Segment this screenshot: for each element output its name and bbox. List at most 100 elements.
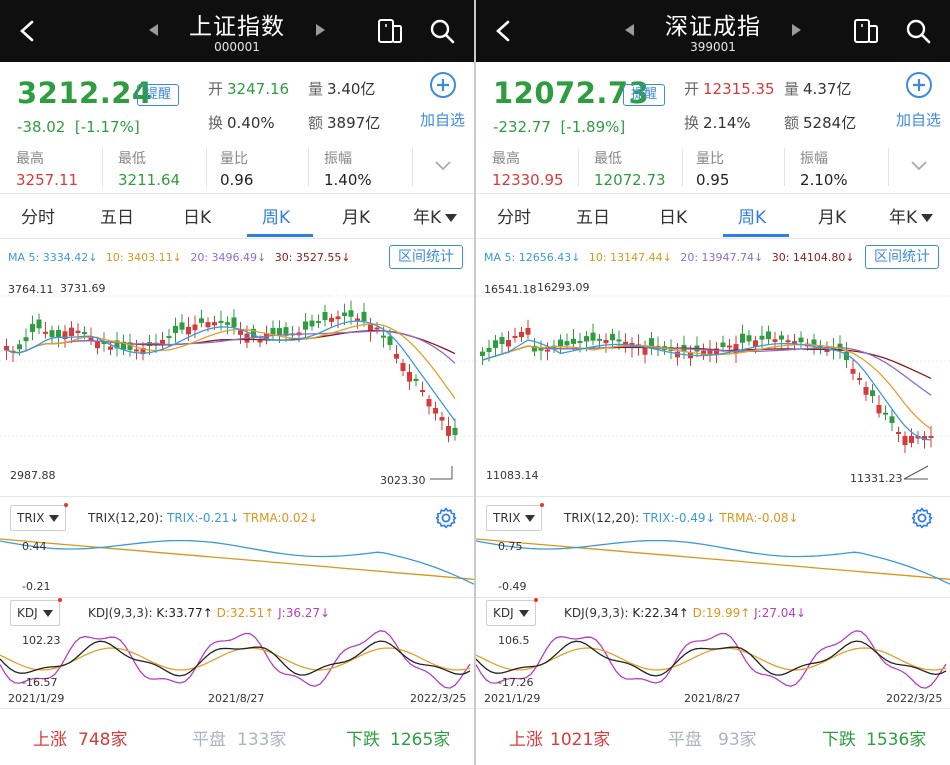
candle — [316, 321, 321, 324]
add-watchlist-icon[interactable] — [905, 71, 933, 99]
chevron-down-icon[interactable] — [434, 160, 452, 172]
volume-field: 量 4.37亿 — [784, 80, 852, 98]
open-field: 开 3247.16 — [208, 80, 290, 98]
tab-five-day[interactable]: 五日 — [100, 203, 134, 228]
tab-intraday[interactable]: 分时 — [21, 203, 55, 228]
candle — [909, 436, 914, 443]
min-price-label: 11331.23 — [850, 472, 903, 485]
ma30-value: 30: 14104.80↓ — [771, 251, 855, 264]
kdj-selector[interactable]: KDJ — [486, 598, 538, 626]
add-watchlist-icon[interactable] — [429, 71, 457, 99]
kdj-k-line — [0, 640, 471, 677]
candle — [192, 324, 198, 331]
search-icon[interactable] — [903, 16, 933, 46]
tab-five-day[interactable]: 五日 — [576, 203, 610, 228]
tab-daily-k[interactable]: 日K — [183, 203, 211, 228]
y-axis-bottom-label: 11083.14 — [486, 469, 539, 482]
remind-button[interactable]: 提醒 — [623, 84, 666, 106]
candle — [493, 340, 498, 348]
candle — [199, 318, 204, 323]
candle — [186, 326, 191, 335]
volume-value: 3.40亿 — [327, 80, 376, 98]
panel-shanghai: 上证指数 000001 3212.24 提醒 -38.02 [-1.17%] 开… — [0, 0, 474, 765]
tab-yearly-k[interactable]: 年K — [413, 203, 458, 228]
range-stats-button[interactable]: 区间统计 — [389, 245, 463, 269]
divider — [476, 238, 950, 239]
active-tab-indicator — [723, 234, 789, 237]
search-icon[interactable] — [427, 16, 457, 46]
candle — [361, 311, 367, 322]
next-index-arrow-icon[interactable] — [792, 24, 801, 36]
candle — [499, 337, 505, 344]
up-label: 上涨 — [509, 730, 543, 750]
ma-line — [6, 320, 456, 422]
open-field: 开 12315.35 — [684, 80, 775, 98]
landscape-switch-icon[interactable] — [851, 16, 881, 46]
candle — [49, 330, 55, 338]
tab-intraday[interactable]: 分时 — [497, 203, 531, 228]
turnover-field: 换 0.40% — [208, 114, 275, 132]
stat-divider — [888, 148, 889, 186]
candle — [43, 331, 48, 334]
kdj-k-line — [476, 640, 947, 677]
divider — [0, 496, 474, 497]
add-watchlist-label[interactable]: 加自选 — [420, 109, 465, 130]
divider — [0, 238, 474, 239]
trix-selector[interactable]: TRIX — [486, 503, 545, 531]
kdj-selector[interactable]: KDJ — [10, 598, 62, 626]
stat-low: 最低 12072.73 — [594, 151, 666, 189]
candle — [480, 351, 485, 356]
stat-divider — [206, 148, 207, 186]
tab-monthly-k[interactable]: 月K — [342, 203, 370, 228]
candle — [883, 412, 888, 415]
tab-daily-k[interactable]: 日K — [659, 203, 687, 228]
candle — [512, 336, 518, 338]
candle — [309, 320, 315, 327]
trix-legend: TRIX(12,20): TRIX:-0.49↓ TRMA:-0.08↓ — [564, 511, 799, 525]
candle — [212, 322, 217, 326]
add-watchlist-label[interactable]: 加自选 — [896, 109, 941, 130]
date-start-label: 2021/1/29 — [8, 692, 65, 705]
candle — [519, 332, 524, 337]
y-axis-top-label: 16541.18 — [484, 283, 537, 296]
candle — [584, 336, 589, 342]
tab-weekly-k[interactable]: 周K — [262, 203, 290, 228]
landscape-switch-icon[interactable] — [375, 16, 405, 46]
settings-gear-icon[interactable] — [910, 506, 934, 530]
tab-monthly-k[interactable]: 月K — [818, 203, 846, 228]
ma10-value: 10: 3403.11↓ — [105, 251, 182, 264]
candlestick-chart[interactable] — [0, 276, 474, 496]
settings-gear-icon[interactable] — [434, 506, 458, 530]
candle — [218, 320, 224, 324]
candle — [407, 372, 412, 382]
panel-shenzhen: 深证成指 399001 12072.73 提醒 -232.77 [-1.89%]… — [476, 0, 950, 765]
candle — [928, 436, 934, 438]
candle — [870, 390, 875, 396]
current-price: 3212.24 — [17, 76, 153, 110]
candlestick-chart[interactable] — [476, 276, 950, 496]
trix-selector[interactable]: TRIX — [10, 503, 69, 531]
candle — [342, 312, 347, 317]
stat-divider — [412, 148, 413, 186]
trma-line — [476, 538, 950, 580]
notification-dot — [64, 503, 69, 507]
candle — [720, 342, 726, 348]
candle — [108, 346, 113, 350]
range-stats-button[interactable]: 区间统计 — [865, 245, 939, 269]
next-index-arrow-icon[interactable] — [316, 24, 325, 36]
tab-weekly-k[interactable]: 周K — [738, 203, 766, 228]
remind-button[interactable]: 提醒 — [137, 84, 180, 106]
ma10-value: 10: 13147.44↓ — [588, 251, 672, 264]
stat-divider — [784, 148, 785, 186]
candle — [746, 335, 752, 342]
amount-field: 额 5284亿 — [784, 114, 857, 132]
notification-dot — [533, 598, 538, 602]
kdj-chart — [476, 630, 947, 689]
candle — [95, 340, 100, 349]
candle — [173, 325, 178, 333]
stat-divider — [578, 148, 579, 186]
chevron-down-icon[interactable] — [910, 160, 928, 172]
flat-label: 平盘 — [668, 730, 702, 750]
dropdown-caret-icon — [518, 610, 529, 617]
tab-yearly-k[interactable]: 年K — [889, 203, 934, 228]
